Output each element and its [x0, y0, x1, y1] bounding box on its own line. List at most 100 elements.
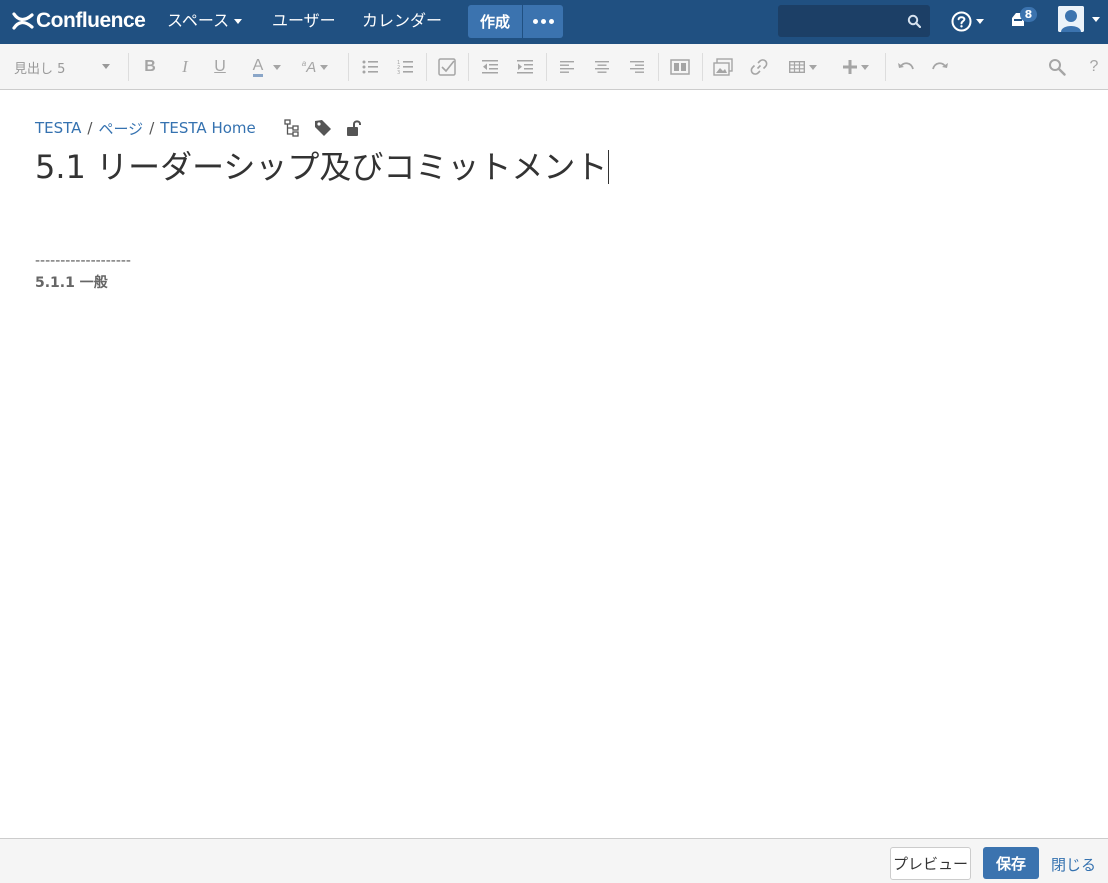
chevron-down-icon [1092, 16, 1100, 22]
outdent-icon [482, 60, 498, 74]
italic-button[interactable]: I [175, 55, 195, 79]
align-center-icon [595, 61, 609, 73]
divider-text: ------------------- [35, 253, 131, 269]
user-menu[interactable] [1058, 6, 1100, 32]
toolbar-divider [468, 53, 469, 81]
task-list-button[interactable] [436, 55, 458, 79]
search-icon[interactable] [907, 14, 921, 28]
chevron-down-icon [809, 64, 817, 70]
chevron-down-icon [861, 64, 869, 70]
numbered-list-icon: 1 2 3 [397, 60, 413, 74]
toolbar-divider [426, 53, 427, 81]
confluence-logo-icon [12, 12, 34, 30]
redo-button[interactable] [930, 55, 950, 79]
insert-link-button[interactable] [748, 55, 770, 79]
breadcrumb-separator: / [149, 119, 155, 137]
nav-calendar-label: カレンダー [362, 11, 443, 30]
help-icon [951, 11, 972, 32]
page-layout-icon [670, 59, 690, 75]
create-button[interactable]: 作成 [468, 5, 522, 38]
notification-count-badge: 8 [1020, 7, 1037, 22]
editor-toolbar: 見出し 5 B I U A aA 1 2 3 ? [0, 44, 1108, 90]
insert-link-icon [750, 59, 768, 75]
more-dot-icon [532, 19, 538, 24]
align-right-icon [630, 61, 644, 73]
text-color-button[interactable]: A [246, 55, 288, 79]
editor-footer: プレビュー 保存 閉じる [0, 838, 1108, 883]
breadcrumb-item-space[interactable]: TESTA [35, 119, 81, 137]
logo-text: Confluence [36, 9, 146, 32]
task-list-icon [438, 58, 456, 76]
breadcrumb: TESTA / ページ / TESTA Home [35, 118, 256, 138]
page-location-icon[interactable] [284, 119, 300, 137]
user-avatar-icon [1058, 6, 1084, 32]
page-layout-button[interactable] [669, 55, 691, 79]
bullet-list-button[interactable] [360, 55, 380, 79]
unlock-restrictions-icon[interactable] [346, 119, 362, 137]
nav-users-label: ユーザー [272, 11, 336, 30]
find-replace-icon [1049, 59, 1066, 76]
bold-button[interactable]: B [140, 55, 160, 79]
underline-button[interactable]: U [210, 55, 230, 79]
indent-button[interactable] [515, 55, 535, 79]
bold-icon: B [144, 58, 156, 75]
insert-more-button[interactable] [838, 55, 874, 79]
notifications-button[interactable]: 8 [1010, 7, 1037, 34]
redo-icon [932, 62, 948, 70]
nav-spaces-label: スペース [167, 11, 230, 30]
toolbar-divider [546, 53, 547, 81]
editor-help-button[interactable]: ? [1086, 55, 1102, 79]
page-title-editor[interactable]: 5.1 リーダーシップ及びコミットメント [35, 145, 610, 189]
toolbar-divider [885, 53, 886, 81]
search-box [778, 5, 930, 37]
toolbar-divider [128, 53, 129, 81]
outdent-button[interactable] [480, 55, 500, 79]
top-navigation-bar: Confluence スペース ユーザー カレンダー 作成 8 [0, 0, 1108, 44]
numbered-list-button[interactable]: 1 2 3 [395, 55, 415, 79]
nav-spaces-menu[interactable]: スペース [167, 10, 243, 32]
help-menu[interactable] [951, 11, 984, 32]
chevron-down-icon [976, 19, 984, 24]
underline-icon: U [214, 58, 226, 75]
chevron-down-icon [273, 64, 282, 70]
insert-image-button[interactable] [712, 55, 734, 79]
create-more-button[interactable] [523, 5, 563, 38]
nav-users-link[interactable]: ユーザー [272, 10, 336, 32]
confluence-logo[interactable]: Confluence [12, 8, 146, 34]
save-button[interactable]: 保存 [983, 847, 1039, 879]
insert-table-button[interactable] [785, 55, 821, 79]
chevron-down-icon [102, 64, 110, 69]
nav-calendar-link[interactable]: カレンダー [362, 10, 442, 32]
heading-style-value: 見出し 5 [14, 61, 66, 77]
chevron-down-icon [234, 18, 243, 24]
preview-button[interactable]: プレビュー [890, 847, 971, 880]
insert-more-icon [843, 60, 857, 74]
indent-icon [517, 60, 533, 74]
insert-image-icon [713, 58, 733, 76]
editor-body[interactable]: ------------------- 5.1.1 一般 [35, 250, 131, 294]
chevron-down-icon [320, 64, 329, 70]
find-replace-button[interactable] [1047, 55, 1067, 79]
help-icon: ? [1089, 58, 1099, 75]
align-right-button[interactable] [628, 55, 646, 79]
heading-style-select[interactable]: 見出し 5 [14, 57, 114, 77]
italic-icon: I [182, 57, 188, 76]
text-color-icon: A [252, 57, 264, 77]
align-left-button[interactable] [558, 55, 576, 79]
text-cursor [608, 150, 610, 184]
more-dot-icon [540, 19, 546, 24]
align-left-icon [560, 61, 574, 73]
bullet-list-icon [362, 60, 378, 74]
close-link[interactable]: 閉じる [1051, 854, 1096, 875]
insert-table-icon [789, 61, 805, 73]
section-heading: 5.1.1 一般 [35, 275, 108, 291]
page-meta-actions [284, 119, 362, 137]
breadcrumb-item-home[interactable]: TESTA Home [160, 119, 256, 137]
text-format-button[interactable]: aA [297, 55, 333, 79]
toolbar-divider [658, 53, 659, 81]
undo-button[interactable] [896, 55, 916, 79]
breadcrumb-item-pages[interactable]: ページ [98, 118, 143, 139]
align-center-button[interactable] [593, 55, 611, 79]
toolbar-divider [348, 53, 349, 81]
label-tag-icon[interactable] [314, 119, 332, 137]
